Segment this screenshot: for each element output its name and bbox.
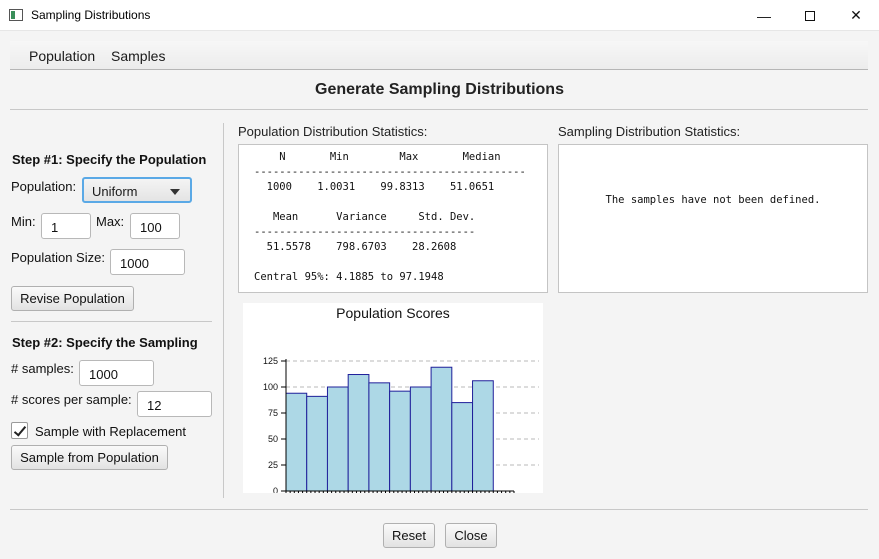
chevron-down-icon bbox=[170, 189, 180, 195]
step2-heading: Step #2: Specify the Sampling bbox=[12, 335, 198, 350]
samples-input[interactable]: 1000 bbox=[79, 360, 154, 386]
y-tick-label: 0 bbox=[273, 486, 278, 493]
population-size-label: Population Size: bbox=[11, 250, 105, 265]
population-size-input[interactable]: 1000 bbox=[110, 249, 185, 275]
max-input[interactable]: 100 bbox=[130, 213, 180, 239]
population-stats-box: N Min Max Median -----------------------… bbox=[238, 144, 548, 293]
sampling-stats-message: The samples have not been defined. bbox=[605, 194, 821, 206]
histogram-bar bbox=[451, 402, 474, 492]
replacement-label: Sample with Replacement bbox=[35, 424, 187, 439]
window-title: Sampling Distributions bbox=[31, 8, 151, 22]
histogram-bar bbox=[368, 382, 391, 492]
histogram-bar bbox=[326, 386, 349, 492]
histogram-bar bbox=[389, 390, 411, 492]
page-title: Generate Sampling Distributions bbox=[315, 81, 564, 98]
y-tick-label: 100 bbox=[263, 382, 278, 392]
histogram-bar bbox=[472, 380, 494, 492]
left-panel-divider bbox=[223, 123, 224, 498]
histogram-bar bbox=[430, 366, 453, 492]
population-label: Population: bbox=[11, 179, 77, 194]
revise-population-button[interactable]: Revise Population bbox=[11, 286, 134, 311]
population-stats-text: N Min Max Median -----------------------… bbox=[254, 151, 526, 283]
max-label: Max: bbox=[96, 214, 125, 229]
population-select-value: Uniform bbox=[92, 184, 138, 199]
close-window-icon[interactable]: ✕ bbox=[833, 0, 879, 31]
min-input[interactable]: 1 bbox=[41, 213, 91, 239]
histogram-bar bbox=[347, 374, 370, 492]
y-tick-label: 50 bbox=[268, 434, 278, 444]
y-tick-label: 25 bbox=[268, 460, 278, 470]
menu-population[interactable]: Population bbox=[29, 48, 95, 64]
minimize-icon[interactable]: — bbox=[741, 0, 787, 31]
menu-bar: Population Samples bbox=[10, 41, 868, 70]
menu-samples[interactable]: Samples bbox=[111, 48, 165, 64]
scores-per-sample-input[interactable]: 12 bbox=[137, 391, 212, 417]
population-select[interactable]: Uniform bbox=[82, 177, 192, 203]
window-content: Population Samples Generate Sampling Dis… bbox=[0, 31, 879, 559]
sampling-stats-box: The samples have not been defined. bbox=[558, 144, 868, 293]
population-histogram: Population Scores 0255075100125010203040… bbox=[243, 303, 543, 508]
y-tick-label: 125 bbox=[263, 356, 278, 366]
sampling-stats-title: Sampling Distribution Statistics: bbox=[558, 124, 741, 139]
title-divider bbox=[10, 109, 868, 110]
close-button[interactable]: Close bbox=[445, 523, 497, 548]
step1-heading: Step #1: Specify the Population bbox=[12, 152, 207, 167]
min-label: Min: bbox=[11, 214, 36, 229]
histogram-bar bbox=[409, 386, 432, 492]
chart-title: Population Scores bbox=[336, 305, 450, 321]
maximize-icon[interactable] bbox=[787, 0, 833, 31]
samples-label: # samples: bbox=[11, 361, 74, 376]
population-stats-title: Population Distribution Statistics: bbox=[238, 124, 428, 139]
footer-divider bbox=[10, 509, 868, 510]
histogram-svg: 02550751001250102030405060708090100110 bbox=[263, 356, 539, 508]
histogram-bar bbox=[306, 395, 328, 492]
title-bar: Sampling Distributions — ✕ bbox=[0, 0, 879, 31]
app-icon bbox=[9, 9, 23, 21]
y-tick-label: 75 bbox=[268, 408, 278, 418]
scores-per-sample-label: # scores per sample: bbox=[11, 392, 132, 407]
sample-from-population-button[interactable]: Sample from Population bbox=[11, 445, 168, 470]
replacement-checkbox[interactable] bbox=[11, 422, 28, 439]
histogram-bar bbox=[285, 392, 308, 492]
step-divider bbox=[11, 321, 212, 322]
reset-button[interactable]: Reset bbox=[383, 523, 435, 548]
